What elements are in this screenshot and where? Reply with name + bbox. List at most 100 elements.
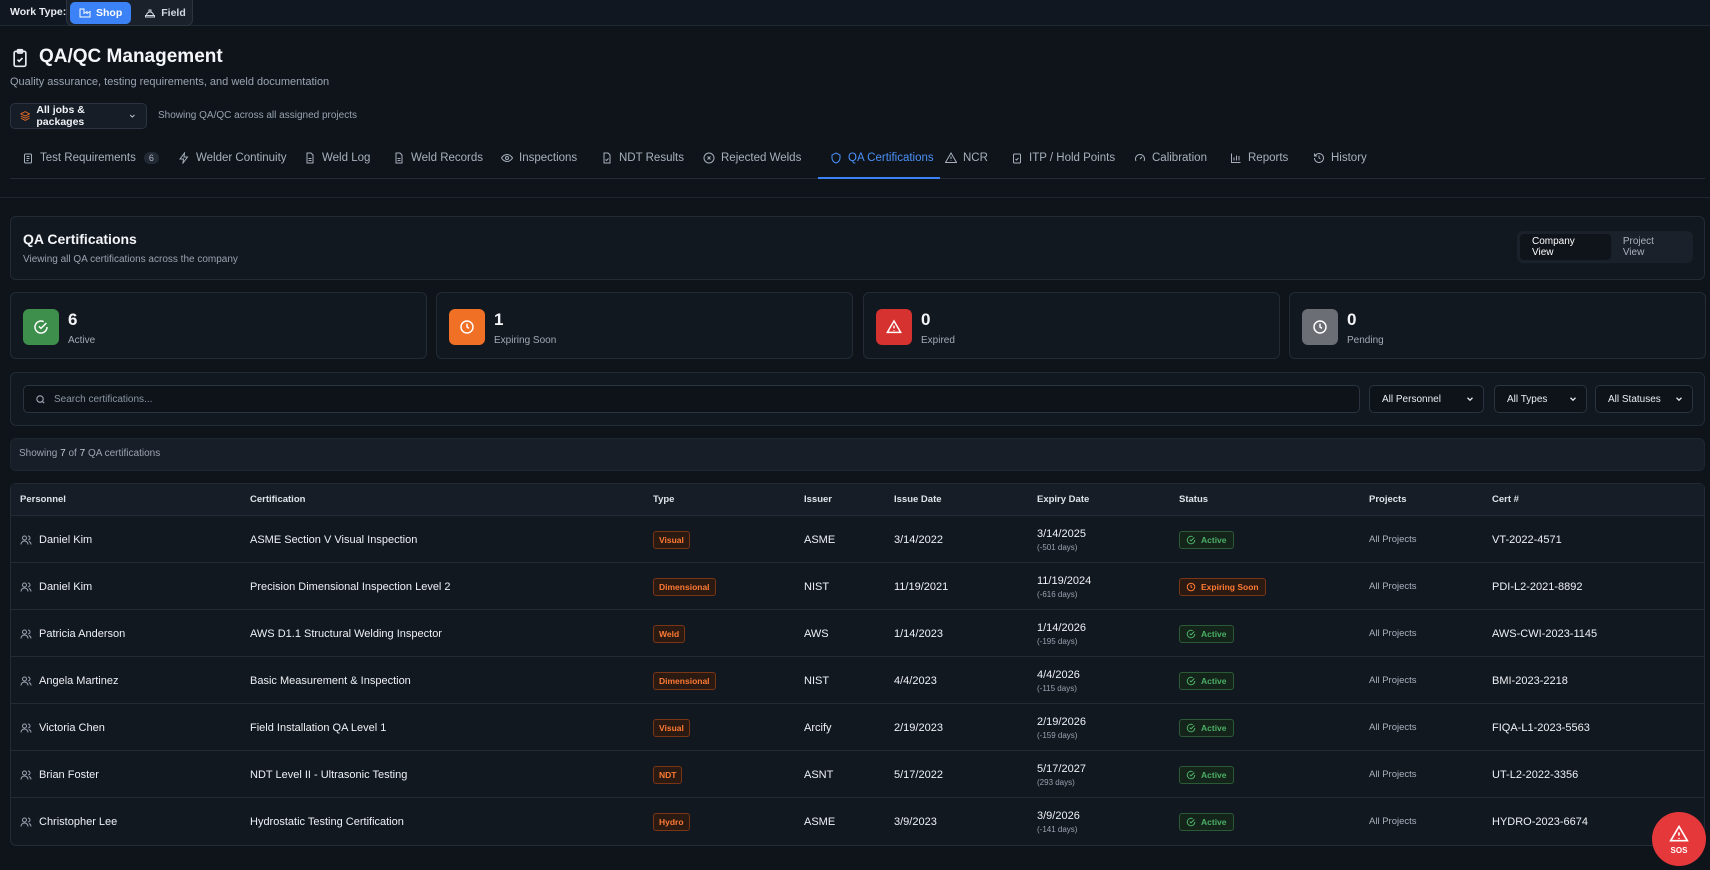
tab-label: QA Certifications — [848, 152, 934, 164]
search-input[interactable] — [54, 393, 1334, 405]
expiry-days: (-195 days) — [1037, 636, 1078, 646]
personnel-name: Christopher Lee — [39, 815, 118, 828]
col-header-issue-date[interactable]: Issue Date — [894, 494, 942, 505]
table-row[interactable]: Patricia Anderson AWS D1.1 Structural Wel… — [11, 609, 1704, 656]
col-header-issuer[interactable]: Issuer — [804, 494, 832, 505]
tab-label: NDT Results — [619, 152, 684, 164]
projects: All Projects — [1369, 628, 1417, 639]
work-type-bar: Work Type: Shop Field — [0, 0, 1710, 26]
personnel-name: Patricia Anderson — [39, 627, 126, 640]
expiry-days: (293 days) — [1037, 777, 1075, 787]
work-type-field-button[interactable]: Field — [135, 2, 195, 24]
issue-date: 3/9/2023 — [894, 815, 937, 828]
bar-chart-icon — [1231, 153, 1241, 163]
scope-selector[interactable]: All jobs & packages — [10, 103, 147, 129]
tab-test-requirements[interactable]: Test Requirements 6 — [22, 150, 159, 179]
clipboard-icon — [24, 153, 32, 164]
page-subtitle: Quality assurance, testing requirements,… — [10, 76, 330, 88]
table-row[interactable]: Victoria Chen Field Installation QA Level… — [11, 703, 1704, 750]
x-circle-icon — [703, 152, 715, 164]
personnel-filter[interactable]: All Personnel — [1369, 385, 1484, 413]
section-title: QA Certifications — [23, 231, 137, 247]
cert-number: AWS-CWI-2023-1145 — [1492, 627, 1598, 640]
tab-count-badge: 6 — [143, 152, 159, 164]
stat-label: Expiring Soon — [494, 335, 557, 346]
tab-ndt-results[interactable]: NDT Results — [601, 150, 684, 179]
col-header-personnel[interactable]: Personnel — [20, 494, 66, 505]
col-header-cert-number[interactable]: Cert # — [1492, 494, 1519, 505]
tab-label: Welder Continuity — [196, 152, 287, 164]
tab-ncr[interactable]: NCR — [945, 150, 988, 179]
status-label: Active — [1201, 628, 1227, 639]
status-label: Active — [1201, 816, 1227, 827]
clock-icon — [460, 320, 474, 334]
sos-button[interactable]: SOS — [1652, 812, 1706, 866]
stat-card-active: 6 Active — [10, 292, 427, 359]
tab-bar: Test Requirements 6 Welder Continuity We… — [10, 150, 1705, 179]
issuer: Arcify — [804, 721, 832, 734]
company-view-button[interactable]: Company View — [1520, 234, 1611, 260]
table-row[interactable]: Daniel Kim ASME Section V Visual Inspecti… — [11, 515, 1704, 562]
expiry-days: (-159 days) — [1037, 730, 1078, 740]
table-row[interactable]: Daniel Kim Precision Dimensional Inspecti… — [11, 562, 1704, 609]
tab-weld-log[interactable]: Weld Log — [304, 150, 370, 179]
file-icon — [306, 152, 314, 164]
tab-inspections[interactable]: Inspections — [501, 150, 577, 179]
stat-icon-box — [449, 309, 485, 345]
type-cell: Weld — [653, 610, 686, 657]
results-count-bar — [10, 438, 1705, 471]
status-filter[interactable]: All Statuses — [1595, 385, 1693, 413]
status-badge: Expiring Soon — [1179, 577, 1266, 596]
table-row[interactable]: Brian Foster NDT Level II - Ultrasonic Te… — [11, 750, 1704, 797]
table-row[interactable]: Angela Martinez Basic Measurement & Inspe… — [11, 656, 1704, 703]
col-header-expiry-date[interactable]: Expiry Date — [1037, 494, 1089, 505]
tab-history[interactable]: History — [1313, 150, 1367, 179]
status-label: Active — [1201, 769, 1227, 780]
tab-weld-records[interactable]: Weld Records — [393, 150, 483, 179]
tab-reports[interactable]: Reports — [1230, 150, 1288, 179]
issue-date: 11/19/2021 — [894, 580, 949, 593]
tab-itp-hold-points[interactable]: ITP / Hold Points — [1011, 150, 1115, 179]
status-badge: Active — [1179, 624, 1234, 643]
stat-label: Pending — [1347, 335, 1384, 346]
expiry-cell: 5/17/2027 (293 days) — [1037, 751, 1086, 798]
tab-welder-continuity[interactable]: Welder Continuity — [178, 150, 287, 179]
expiry-date: 3/14/2025 — [1037, 527, 1086, 540]
table-row[interactable]: Christopher Lee Hydrostatic Testing Certi… — [11, 797, 1704, 844]
work-type-shop-button[interactable]: Shop — [70, 1, 132, 24]
tab-qa-certifications[interactable]: QA Certifications — [818, 150, 940, 179]
work-type-label: Work Type: — [10, 6, 67, 18]
view-toggle: Company View Project View — [1517, 231, 1693, 263]
certification-name: Hydrostatic Testing Certification — [250, 815, 404, 828]
issuer: NIST — [804, 674, 830, 687]
expiry-date: 2/19/2026 — [1037, 715, 1086, 728]
col-header-status[interactable]: Status — [1179, 494, 1208, 505]
cert-number: HYDRO-2023-6674 — [1492, 815, 1588, 828]
status-cell: Active — [1179, 704, 1234, 751]
work-type-shop-label: Shop — [96, 6, 123, 19]
expiry-days: (-115 days) — [1037, 683, 1077, 693]
certification-name: ASME Section V Visual Inspection — [250, 533, 418, 546]
col-header-projects[interactable]: Projects — [1369, 494, 1407, 505]
expiry-date: 3/9/2026 — [1037, 809, 1080, 822]
personnel-cell: Angela Martinez — [20, 657, 119, 704]
hardhat-icon — [145, 9, 156, 17]
issue-date: 4/4/2023 — [894, 674, 937, 687]
clock-icon — [1313, 320, 1327, 334]
project-view-button[interactable]: Project View — [1611, 234, 1690, 260]
projects: All Projects — [1369, 675, 1417, 686]
type-badge: Hydro — [653, 812, 690, 831]
personnel-name: Victoria Chen — [39, 721, 105, 734]
col-header-type[interactable]: Type — [653, 494, 674, 505]
clock-icon — [1186, 582, 1196, 591]
col-header-certification[interactable]: Certification — [250, 494, 305, 505]
expiry-cell: 3/9/2026 (-141 days) — [1037, 798, 1080, 845]
type-filter[interactable]: All Types — [1494, 385, 1587, 413]
personnel-cell: Patricia Anderson — [20, 610, 125, 657]
stat-value: 6 — [68, 310, 78, 329]
tab-label: History — [1331, 152, 1367, 164]
certification-name: AWS D1.1 Structural Welding Inspector — [250, 627, 442, 640]
tab-calibration[interactable]: Calibration — [1134, 150, 1207, 179]
tab-rejected-welds[interactable]: Rejected Welds — [703, 150, 801, 179]
certifications-header-panel — [10, 216, 1705, 280]
